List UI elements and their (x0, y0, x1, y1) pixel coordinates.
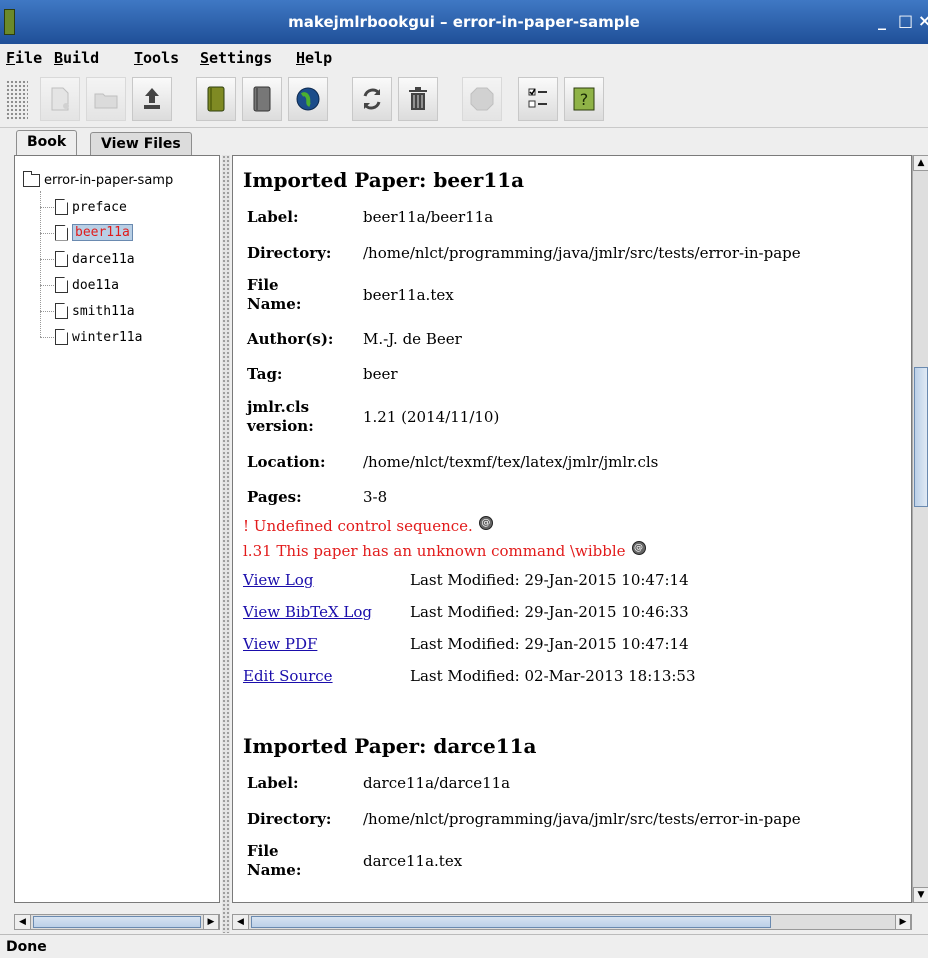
status-bar: Done (0, 934, 928, 958)
source-row: Edit Source Last Modified: 02-Mar-2013 18… (243, 660, 911, 692)
tab-view-files[interactable]: View Files (90, 132, 192, 156)
help-button[interactable]: ? (564, 77, 604, 121)
scroll-right-icon[interactable]: ▶ (203, 915, 219, 929)
tree-item-smith11a[interactable]: smith11a (55, 303, 135, 319)
row-label: Label: beer11a/beer11a (247, 207, 494, 227)
refresh-button[interactable] (352, 77, 392, 121)
open-folder-icon (94, 93, 118, 109)
tree-item-doe11a[interactable]: doe11a (55, 277, 119, 293)
book-gray-icon (253, 86, 271, 112)
toolbar-grip[interactable] (6, 80, 28, 120)
file-icon (55, 251, 68, 267)
paper-beer11a: Imported Paper: beer11a Label: beer11a/be… (243, 162, 911, 692)
open-button[interactable] (86, 77, 126, 121)
tree-item-winter11a[interactable]: winter11a (55, 329, 142, 345)
tab-bar: Book View Files (0, 130, 928, 156)
tab-book[interactable]: Book (16, 130, 78, 156)
menu-build[interactable]: Build (54, 49, 99, 67)
paper-heading: Imported Paper: darce11a (243, 734, 537, 758)
menu-settings[interactable]: Settings (200, 49, 272, 67)
book-green-icon (207, 86, 225, 112)
file-icon (55, 224, 68, 241)
delete-button[interactable] (398, 77, 438, 121)
help-icon: ? (573, 87, 595, 111)
row-cls-version: jmlr.cls version: 1.21 (2014/11/10) (247, 398, 500, 435)
menu-file[interactable]: File (6, 49, 42, 67)
tree-item-beer11a[interactable]: beer11a (55, 224, 133, 241)
info-badge-icon[interactable]: @ (478, 515, 493, 530)
bibtex-log-row: View BibTeX Log Last Modified: 29-Jan-201… (243, 596, 911, 628)
refresh-icon (363, 88, 381, 110)
globe-icon (296, 87, 320, 111)
info-badge-icon[interactable]: @ (631, 540, 646, 555)
menu-help[interactable]: Help (296, 49, 332, 67)
row-location: Location:/home/nlct/texmf/tex/latex/jmlr… (247, 452, 659, 472)
new-file-icon (51, 87, 69, 111)
file-icon (55, 303, 68, 319)
menu-bar: File Build Tools Settings Help (0, 44, 928, 70)
scroll-thumb[interactable] (914, 367, 928, 507)
toolbar: ? (0, 70, 928, 128)
paper-heading: Imported Paper: beer11a (243, 168, 525, 192)
row-file-name: File Name: beer11a.tex (247, 276, 454, 313)
export-button[interactable] (132, 77, 172, 121)
row-directory: Directory:/home/nlct/programming/java/jm… (247, 809, 801, 829)
error-context: l.31 This paper has an unknown command \… (243, 539, 911, 564)
trash-icon (409, 87, 427, 110)
pdf-row: View PDF Last Modified: 29-Jan-2015 10:47… (243, 628, 911, 660)
log-row: View Log Last Modified: 29-Jan-2015 10:47… (243, 564, 911, 596)
error-message: ! Undefined control sequence. @ (243, 514, 911, 539)
view-pdf-link[interactable]: View PDF (243, 628, 410, 660)
window-title: makejmlrbookgui – error-in-paper-sample (288, 13, 640, 31)
tree-item-darce11a[interactable]: darce11a (55, 251, 135, 267)
row-tag: Tag: beer (247, 364, 398, 384)
tree-horizontal-scrollbar[interactable]: ◀ ▶ (14, 914, 220, 930)
scroll-thumb[interactable] (33, 916, 201, 928)
checklist-button[interactable] (518, 77, 558, 121)
details-horizontal-scrollbar[interactable]: ◀ ▶ (232, 914, 912, 930)
close-button[interactable]: × (918, 11, 928, 30)
row-label: Label: darce11a/darce11a (247, 773, 511, 793)
tree-root[interactable]: error-in-paper-samp (23, 171, 174, 188)
web-button[interactable] (288, 77, 328, 121)
scroll-up-icon[interactable]: ▲ (913, 155, 928, 171)
minimize-button[interactable]: _ (878, 11, 886, 30)
status-text: Done (6, 939, 47, 955)
file-icon (55, 277, 68, 293)
build-book-button[interactable] (196, 77, 236, 121)
scroll-right-icon[interactable]: ▶ (895, 915, 911, 929)
svg-text:?: ? (580, 90, 589, 109)
export-icon (144, 88, 160, 109)
paper-darce11a: Imported Paper: darce11a Label: darce11a/… (243, 728, 911, 886)
row-file-name: File Name: darce11a.tex (247, 842, 463, 879)
book-button[interactable] (242, 77, 282, 121)
row-directory: Directory:/home/nlct/programming/java/jm… (247, 243, 801, 263)
scroll-down-icon[interactable]: ▼ (913, 887, 928, 903)
maximize-button[interactable]: □ (898, 11, 913, 30)
title-bar: makejmlrbookgui – error-in-paper-sample … (0, 0, 928, 44)
new-button[interactable] (40, 77, 80, 121)
stop-button[interactable] (462, 77, 502, 121)
view-log-link[interactable]: View Log (243, 564, 410, 596)
edit-source-link[interactable]: Edit Source (243, 660, 410, 692)
checklist-icon (528, 88, 547, 108)
file-icon (55, 329, 68, 345)
folder-icon (23, 171, 40, 187)
stop-icon (470, 87, 494, 111)
file-icon (55, 199, 68, 215)
scroll-thumb[interactable] (251, 916, 771, 928)
view-bibtex-log-link[interactable]: View BibTeX Log (243, 596, 410, 628)
book-tree[interactable]: error-in-paper-samp preface beer11a darc… (14, 155, 220, 903)
scroll-left-icon[interactable]: ◀ (15, 915, 31, 929)
split-pane-divider[interactable] (222, 155, 230, 933)
details-vertical-scrollbar[interactable]: ▲ ▼ (912, 155, 928, 903)
paper-details-pane: Imported Paper: beer11a Label: beer11a/be… (232, 155, 912, 903)
row-pages: Pages: 3-8 (247, 487, 388, 507)
tree-item-preface[interactable]: preface (55, 199, 127, 215)
tree-guide-line (40, 191, 41, 337)
tree-root-label: error-in-paper-samp (44, 173, 174, 188)
scroll-left-icon[interactable]: ◀ (233, 915, 249, 929)
menu-tools[interactable]: Tools (134, 49, 179, 67)
row-authors: Author(s): M.-J. de Beer (247, 329, 462, 349)
